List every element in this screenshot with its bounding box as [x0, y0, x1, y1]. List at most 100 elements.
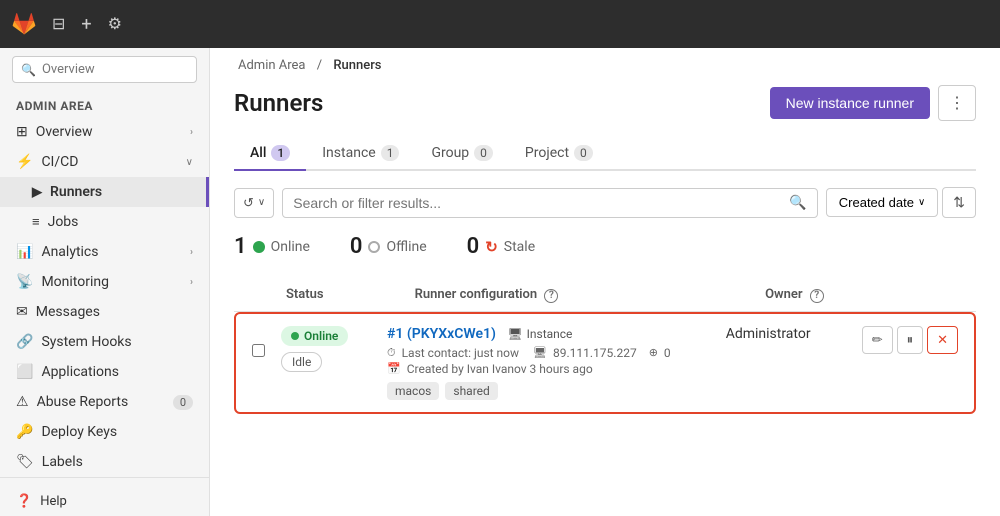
offline-dot — [368, 241, 380, 253]
search-submit-icon[interactable]: 🔍 — [789, 195, 806, 211]
sort-label: Created date — [839, 195, 914, 210]
tag-icon: ⊕ — [649, 346, 658, 359]
col-actions — [926, 279, 976, 311]
search-box[interactable]: 🔍 Overview — [12, 56, 197, 83]
sidebar-label-monitoring: Monitoring — [41, 274, 109, 290]
online-label: Online — [271, 239, 310, 255]
table-header: Status Runner configuration ? Owner ? — [234, 279, 976, 311]
sidebar-section-label: Admin Area — [0, 91, 209, 117]
chevron-right-icon: › — [190, 127, 193, 138]
sort-direction-icon: ⇅ — [953, 194, 965, 210]
apps-icon: ⬜ — [16, 364, 33, 380]
clock-icon: ⏱ — [387, 346, 396, 360]
search-input[interactable] — [293, 195, 781, 211]
runners-table: Status Runner configuration ? Owner ? — [234, 279, 976, 312]
runner-config-label: Runner configuration — [415, 287, 538, 302]
sidebar-item-runners[interactable]: ▶ Runners — [0, 177, 209, 207]
page-header: Runners New instance runner ⋮ — [234, 73, 976, 137]
help-icon: ❓ — [16, 494, 32, 509]
tab-group[interactable]: Group 0 — [415, 137, 508, 171]
pause-runner-button[interactable]: ⏸ — [897, 326, 924, 354]
sidebar-item-abuse-reports[interactable]: ⚠ Abuse Reports 0 — [0, 387, 209, 417]
runner-config-help-icon[interactable]: ? — [544, 289, 558, 303]
instance-icon: 🖥 — [507, 327, 522, 341]
tab-instance-label: Instance — [322, 145, 375, 161]
tag-shared: shared — [445, 382, 497, 400]
sidebar-item-jobs[interactable]: ≡ Jobs — [0, 207, 209, 237]
sidebar-item-messages[interactable]: ✉ Messages — [0, 297, 209, 327]
tab-project-count: 0 — [574, 145, 593, 161]
sidebar-label-runners: Runners — [50, 184, 102, 200]
sidebar-label-labels: Labels — [42, 454, 83, 470]
idle-label: Idle — [292, 355, 311, 369]
filter-bar: ↺ ∨ 🔍 Created date ∨ ⇅ — [234, 187, 976, 218]
filter-history-button[interactable]: ↺ ∨ — [234, 188, 274, 218]
chevron-right-icon-analytics: › — [190, 247, 193, 258]
sidebar-bottom-help-label: Help — [40, 494, 67, 509]
stat-online: 1 Online — [234, 234, 310, 259]
tab-all-label: All — [250, 145, 266, 161]
stat-offline: 0 Offline — [350, 234, 427, 259]
runners-tabs: All 1 Instance 1 Group 0 Project 0 — [234, 137, 976, 171]
new-instance-runner-button[interactable]: New instance runner — [770, 87, 930, 119]
labels-icon: 🏷 — [16, 454, 34, 470]
chevron-down-icon-filter: ∨ — [258, 197, 265, 208]
top-bar: ⊟ + ⚙ — [0, 0, 1000, 48]
idle-badge: Idle — [281, 352, 322, 372]
sidebar-item-analytics[interactable]: 📊 Analytics › — [0, 237, 209, 267]
sidebar-item-applications[interactable]: ⬜ Applications — [0, 357, 209, 387]
sidebar-item-overview[interactable]: ⊞ Overview › — [0, 117, 209, 147]
settings-icon[interactable]: ⚙ — [108, 14, 122, 35]
runners-icon: ▶ — [32, 185, 42, 200]
sidebar-item-deploy-keys[interactable]: 🔑 Deploy Keys — [0, 417, 209, 447]
breadcrumb-parent[interactable]: Admin Area — [238, 58, 306, 73]
owner-help-icon[interactable]: ? — [810, 289, 824, 303]
runner-contact: Last contact: just now — [402, 346, 519, 360]
sidebar-label-overview: Overview — [36, 124, 93, 140]
runner-ip: 89.111.175.227 — [553, 346, 637, 360]
sort-direction-button[interactable]: ⇅ — [942, 187, 976, 218]
tab-instance[interactable]: Instance 1 — [306, 137, 415, 171]
messages-icon: ✉ — [16, 304, 28, 320]
search-icon: 🔍 — [21, 63, 36, 77]
runner-contact-line: ⏱ Last contact: just now 🖥 89.111.175.22… — [387, 346, 710, 360]
tab-group-label: Group — [431, 145, 469, 161]
search-placeholder: Overview — [42, 62, 95, 77]
sidebar-item-monitoring[interactable]: 📡 Monitoring › — [0, 267, 209, 297]
runner-name-link[interactable]: #1 (PKYXxCWe1) — [387, 326, 496, 342]
history-icon: ↺ — [243, 195, 254, 211]
create-icon[interactable]: + — [81, 14, 91, 35]
sidebar-help[interactable]: ❓ Help — [0, 486, 209, 516]
keys-icon: 🔑 — [16, 424, 33, 440]
tab-all[interactable]: All 1 — [234, 137, 306, 171]
jobs-icon: ≡ — [32, 214, 40, 230]
sidebar-label-cicd: CI/CD — [41, 154, 78, 170]
sort-button[interactable]: Created date ∨ — [826, 188, 939, 217]
runner-created-line: 📅 Created by Ivan Ivanov 3 hours ago — [387, 362, 710, 376]
delete-runner-button[interactable]: ✕ — [927, 326, 958, 354]
analytics-icon: 📊 — [16, 244, 33, 260]
offline-value: 0 — [350, 234, 363, 259]
tag-macos: macos — [387, 382, 439, 400]
online-value: 1 — [234, 234, 247, 259]
sidebar-toggle-icon[interactable]: ⊟ — [52, 14, 65, 35]
filter-sort: Created date ∨ ⇅ — [826, 187, 976, 218]
runner-row-inner: Online Idle #1 (PKYXxCWe1) 🖥 Instance — [236, 314, 974, 412]
sidebar-item-labels[interactable]: 🏷 Labels — [0, 447, 209, 477]
runner-checkbox[interactable] — [252, 344, 265, 357]
stale-icon: ↻ — [485, 238, 498, 256]
status-col-label: Status — [286, 287, 324, 302]
col-checkbox — [234, 279, 274, 311]
sidebar-label-abuse-reports: Abuse Reports — [37, 394, 129, 410]
server-icon: 🖥 — [533, 346, 547, 359]
runner-status-column: Online Idle — [281, 326, 371, 372]
gitlab-logo[interactable] — [12, 12, 36, 36]
filter-search-box[interactable]: 🔍 — [282, 188, 818, 218]
overview-icon: ⊞ — [16, 124, 28, 140]
runner-owner-column: Administrator — [726, 326, 846, 342]
sidebar-item-cicd[interactable]: ⚡ CI/CD ∨ — [0, 147, 209, 177]
tab-project[interactable]: Project 0 — [509, 137, 609, 171]
sidebar-item-system-hooks[interactable]: 🔗 System Hooks — [0, 327, 209, 357]
more-actions-button[interactable]: ⋮ — [938, 85, 976, 121]
edit-runner-button[interactable]: ✏ — [862, 326, 893, 354]
